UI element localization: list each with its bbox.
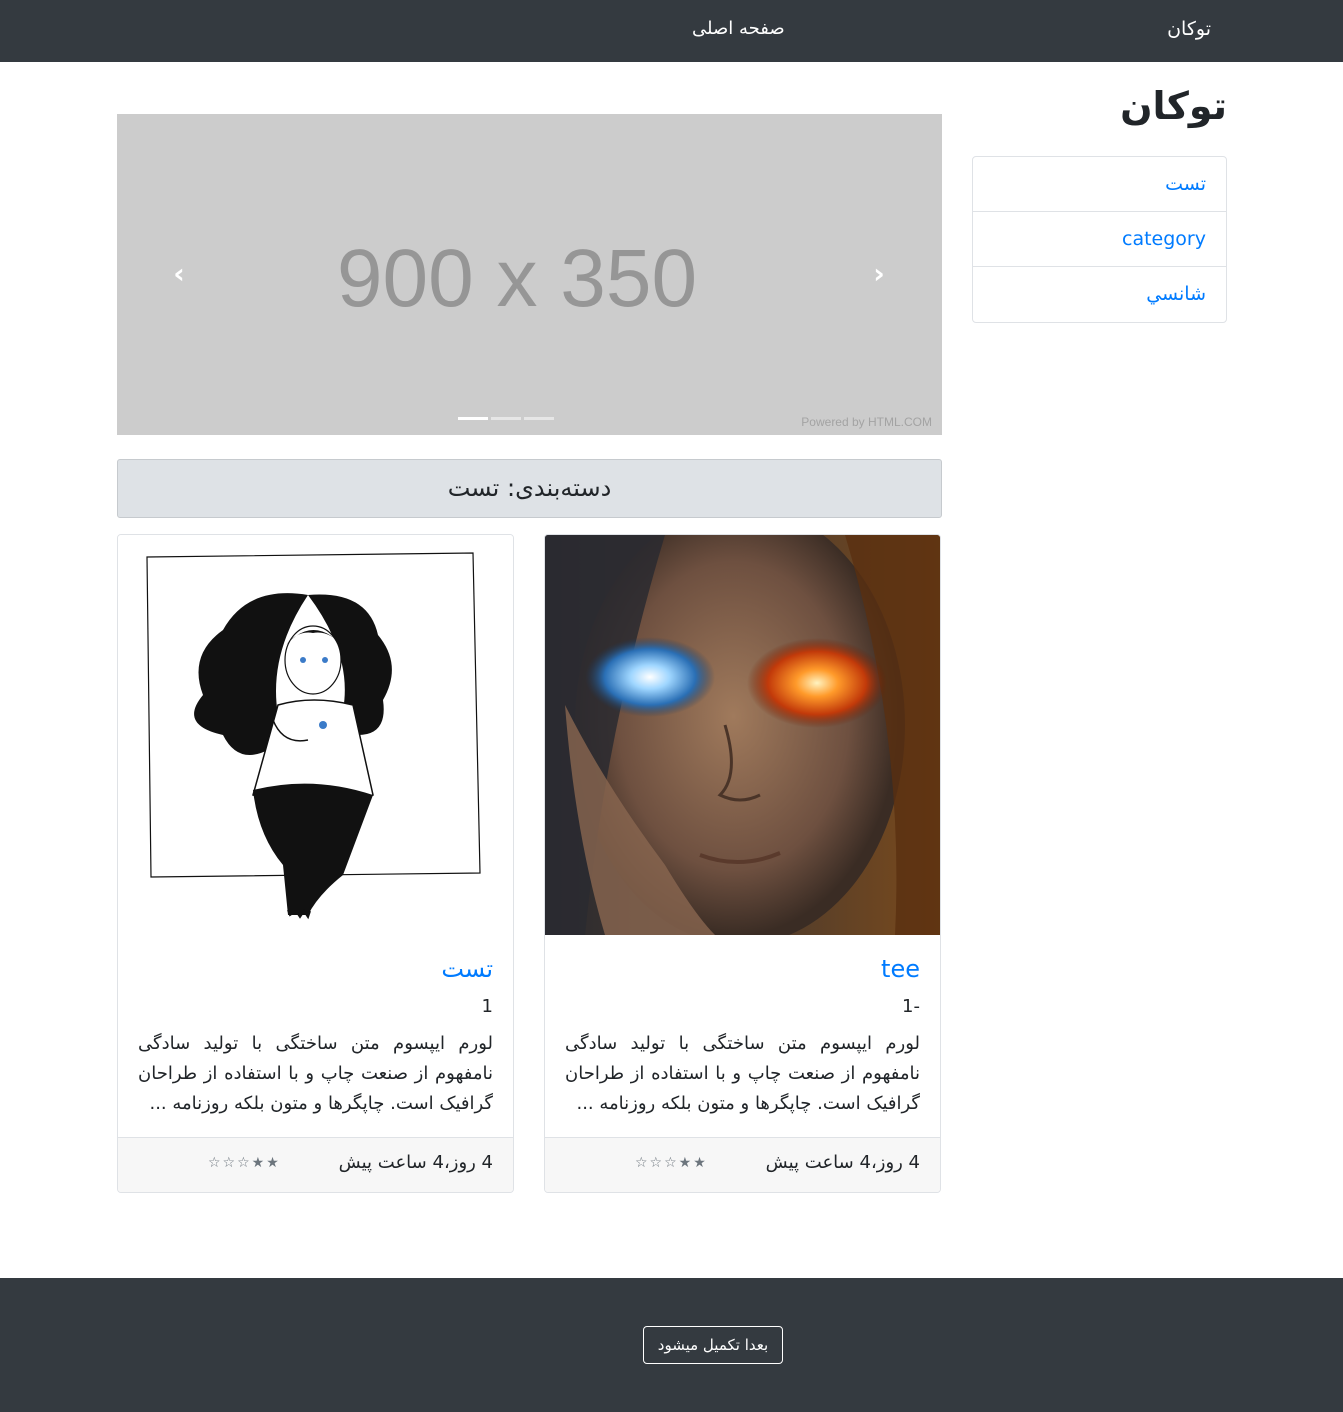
post-card: tee -1 لورم ایپسوم متن ساختگی با تولید س… [544, 534, 941, 1193]
navbar-brand[interactable]: توکان [1167, 18, 1211, 40]
post-time: 4 روز،4 ساعت پیش [765, 1152, 920, 1173]
post-title-link[interactable]: tee [881, 955, 920, 983]
carousel-indicator[interactable] [491, 417, 521, 420]
category-item-random[interactable]: شانسي [973, 267, 1226, 322]
card-footer: 4 روز،4 ساعت پیش ★★☆☆☆ [545, 1137, 940, 1192]
carousel-indicator[interactable] [524, 417, 554, 420]
sketch-girl-image[interactable] [118, 535, 513, 935]
post-excerpt: لورم ایپسوم متن ساختگی با تولید سادگی نا… [138, 1033, 493, 1114]
card-footer: 4 روز،4 ساعت پیش ★★☆☆☆ [118, 1137, 513, 1192]
carousel-next-icon[interactable]: › [859, 254, 899, 294]
fire-ice-eyes-woman-image[interactable] [545, 535, 940, 935]
footer-button[interactable]: بعدا تکمیل میشود [643, 1326, 783, 1364]
post-subtitle: 1 [481, 996, 493, 1017]
post-title-link[interactable]: تست [441, 955, 493, 983]
post-time: 4 روز،4 ساعت پیش [338, 1152, 493, 1173]
carousel-indicators [458, 405, 557, 424]
image-carousel: 900 x 350 ‹ › Powered by HTML.COM [117, 114, 942, 435]
rating-stars-icon: ★★☆☆☆ [635, 1155, 708, 1171]
carousel-placeholder-text: 900 x 350 [336, 233, 698, 324]
category-item-category[interactable]: category [973, 212, 1226, 267]
carousel-prev-icon[interactable]: ‹ [159, 254, 199, 294]
carousel-indicator[interactable] [458, 417, 488, 420]
rating-stars-icon: ★★☆☆☆ [208, 1155, 281, 1171]
nav-link-home[interactable]: صفحه اصلی [692, 18, 785, 39]
post-excerpt: لورم ایپسوم متن ساختگی با تولید سادگی نا… [565, 1033, 920, 1114]
sidebar-title: توکان [1120, 84, 1227, 128]
category-list: تست category شانسي [972, 156, 1227, 323]
post-card: تست 1 لورم ایپسوم متن ساختگی با تولید سا… [117, 534, 514, 1193]
powered-by-text: Powered by HTML.COM [801, 415, 932, 429]
page-footer: بعدا تکمیل میشود [0, 1278, 1343, 1412]
category-item-test[interactable]: تست [973, 157, 1226, 212]
top-navbar: توکان صفحه اصلی [0, 0, 1343, 62]
category-heading: دسته‌بندی: تست [117, 459, 942, 518]
post-subtitle: -1 [902, 996, 920, 1017]
